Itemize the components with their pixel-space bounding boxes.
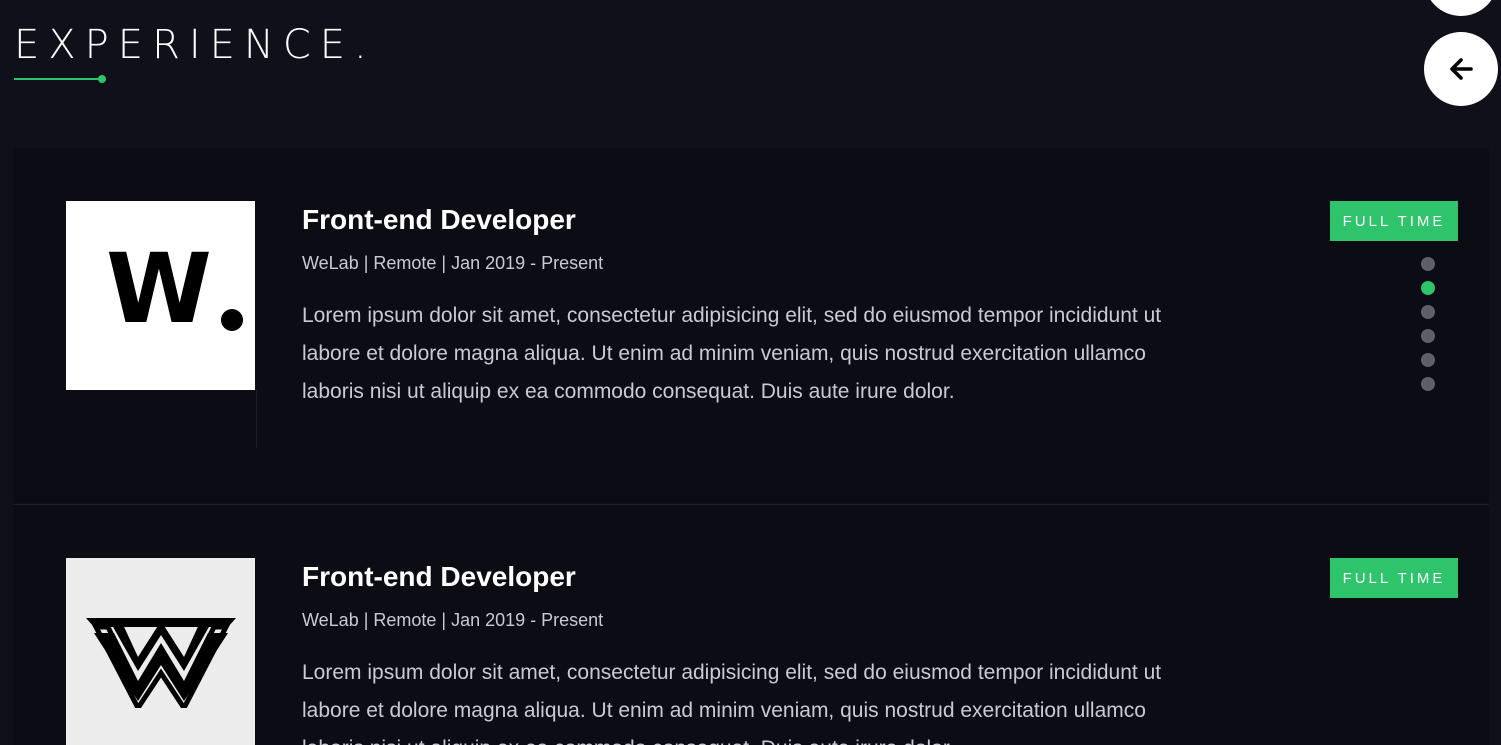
employment-type-badge: FULL TIME xyxy=(1330,558,1458,598)
experience-page: EXPERIENCE. W Front-end Developer WeLab … xyxy=(0,0,1501,745)
pager-dot[interactable] xyxy=(1421,329,1435,343)
pager-dot[interactable] xyxy=(1421,257,1435,271)
top-round-button[interactable] xyxy=(1424,0,1498,16)
arrow-left-icon xyxy=(1450,58,1473,80)
company-logo: W xyxy=(66,201,255,390)
company-logo xyxy=(66,558,255,745)
pager-dots xyxy=(1421,257,1435,401)
job-description: Lorem ipsum dolor sit amet, consectetur … xyxy=(302,304,1162,403)
logo-divider xyxy=(256,390,257,448)
wonder-woman-w-logo-icon xyxy=(86,618,236,708)
back-button[interactable] xyxy=(1424,32,1498,106)
job-title: Front-end Developer xyxy=(302,204,576,235)
pager-dot[interactable] xyxy=(1421,281,1435,295)
section-title: EXPERIENCE. xyxy=(14,22,376,68)
pager-dot[interactable] xyxy=(1421,353,1435,367)
job-meta: WeLab | Remote | Jan 2019 - Present xyxy=(302,253,604,273)
job-title: Front-end Developer xyxy=(302,561,576,592)
experience-card: Front-end Developer WeLab | Remote | Jan… xyxy=(13,504,1489,745)
pager-dot[interactable] xyxy=(1421,377,1435,391)
pager-dot[interactable] xyxy=(1421,305,1435,319)
job-description: Lorem ipsum dolor sit amet, consectetur … xyxy=(302,661,1162,745)
welab-logo-icon: W xyxy=(106,233,212,345)
employment-type-badge: FULL TIME xyxy=(1330,201,1458,241)
welab-logo-dot xyxy=(221,309,243,331)
job-meta: WeLab | Remote | Jan 2019 - Present xyxy=(302,610,604,630)
experience-card: W Front-end Developer WeLab | Remote | J… xyxy=(13,148,1489,503)
title-underline-dot xyxy=(98,75,106,83)
title-underline xyxy=(14,78,100,80)
